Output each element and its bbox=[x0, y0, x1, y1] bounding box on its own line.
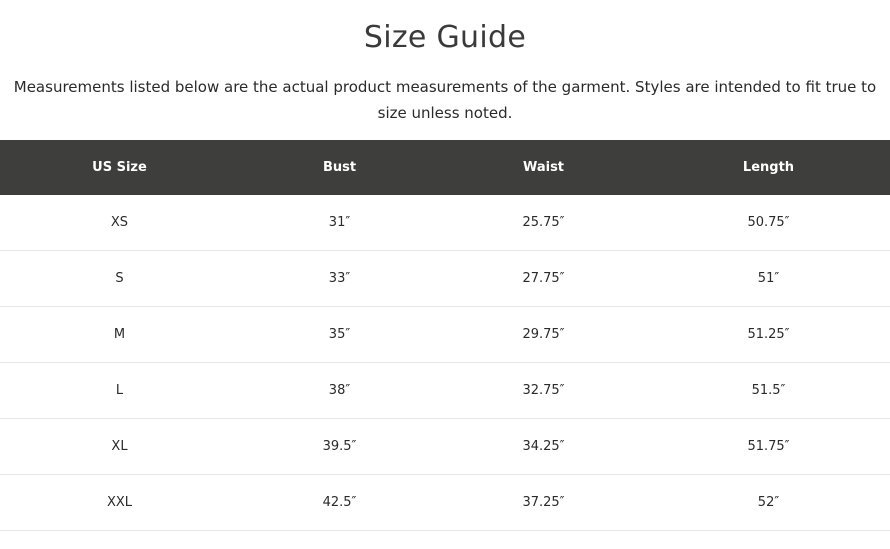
table-row: S 33″ 27.75″ 51″ bbox=[0, 250, 890, 307]
cell-length: 50.75″ bbox=[647, 195, 890, 251]
table-row: M 35″ 29.75″ 51.25″ bbox=[0, 306, 890, 363]
cell-size: XL bbox=[0, 418, 239, 475]
cell-length: 52″ bbox=[647, 474, 890, 531]
cell-bust: 35″ bbox=[239, 306, 440, 363]
cell-waist: 34.25″ bbox=[440, 418, 647, 475]
cell-bust: 31″ bbox=[239, 195, 440, 251]
cell-size: XS bbox=[0, 195, 239, 251]
table-row: L 38″ 32.75″ 51.5″ bbox=[0, 362, 890, 419]
header-waist: Waist bbox=[522, 160, 565, 175]
cell-length: 51.75″ bbox=[647, 418, 890, 475]
cell-size: S bbox=[0, 250, 239, 307]
cell-bust: 42.5″ bbox=[239, 474, 440, 531]
intro-text: Measurements listed below are the actual… bbox=[13, 78, 877, 122]
size-table: US Size Bust Waist Length XS 31″ 25.75″ … bbox=[0, 140, 890, 531]
table-header-row: US Size Bust Waist Length bbox=[0, 140, 890, 195]
table-row: XL 39.5″ 34.25″ 51.75″ bbox=[0, 418, 890, 475]
page-title: Size Guide bbox=[363, 20, 527, 55]
decorative-mark bbox=[833, 8, 836, 42]
cell-bust: 33″ bbox=[239, 250, 440, 307]
cell-size: M bbox=[0, 306, 239, 363]
cell-bust: 39.5″ bbox=[239, 418, 440, 475]
cell-length: 51″ bbox=[647, 250, 890, 307]
cell-size: XXL bbox=[0, 474, 239, 531]
header-bust: Bust bbox=[322, 160, 357, 175]
table-row: XS 31″ 25.75″ 50.75″ bbox=[0, 195, 890, 251]
header-length: Length bbox=[742, 160, 795, 175]
cell-length: 51.25″ bbox=[647, 306, 890, 363]
cell-waist: 25.75″ bbox=[440, 195, 647, 251]
cell-bust: 38″ bbox=[239, 362, 440, 419]
cell-waist: 37.25″ bbox=[440, 474, 647, 531]
cell-size: L bbox=[0, 362, 239, 419]
cell-waist: 32.75″ bbox=[440, 362, 647, 419]
table-row: XXL 42.5″ 37.25″ 52″ bbox=[0, 474, 890, 531]
header-us-size: US Size bbox=[92, 160, 147, 175]
cell-waist: 27.75″ bbox=[440, 250, 647, 307]
cell-waist: 29.75″ bbox=[440, 306, 647, 363]
cell-length: 51.5″ bbox=[647, 362, 890, 419]
